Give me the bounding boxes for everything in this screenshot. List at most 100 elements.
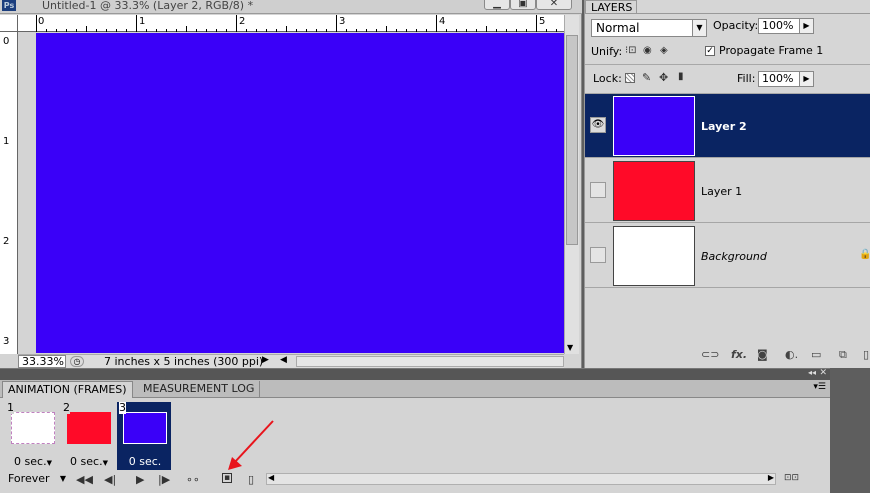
adjustment-icon[interactable]: ◐. [785,348,798,361]
tab-measurement-log[interactable]: MEASUREMENT LOG [138,381,261,398]
ruler-ticks [36,15,557,32]
layer-thumbnail [613,161,695,221]
zoom-field[interactable]: 33.33% [18,355,66,368]
frame-delay-value: 0 sec. [128,455,162,468]
frame-3[interactable]: 3 0 sec. [117,402,171,470]
status-bar: 33.33% ◷ 7 inches x 5 inches (300 ppi) ▶… [18,354,564,368]
ruler-origin[interactable] [0,15,18,32]
ruler-label: 0 [3,36,10,47]
panel-header-bar: ◂◂ ✕ [0,368,830,380]
fill-label: Fill: [737,72,756,85]
horizontal-scrollbar[interactable] [296,356,564,367]
animation-panel: ◂◂ ✕ ANIMATION (FRAMES) MEASUREMENT LOG … [0,368,830,493]
frame-number: 1 [7,401,14,414]
duplicate-frame-icon[interactable]: ▪ [222,473,232,483]
canvas[interactable] [36,33,564,353]
lock-position-icon[interactable]: ✥ [659,71,668,84]
fx-icon[interactable]: fx. [731,348,747,361]
lock-transparency-icon[interactable] [625,73,635,83]
lock-pixels-icon[interactable]: ✎ [642,71,651,84]
tween-icon[interactable]: ∘∘ [186,473,200,486]
scroll-right-icon[interactable]: ▶ [768,473,774,482]
propagate-label: Propagate Frame 1 [719,44,824,57]
visibility-eye-icon[interactable]: 👁 [590,117,606,133]
fill-input[interactable]: 100% [758,71,800,87]
layer-name[interactable]: Background [701,250,767,263]
document-title-bar[interactable]: Ps Untitled-1 @ 33.3% (Layer 2, RGB/8) *… [0,0,582,14]
opacity-label: Opacity: [713,19,759,32]
document-window: Ps Untitled-1 @ 33.3% (Layer 2, RGB/8) *… [0,0,582,368]
close-icon[interactable]: ✕ [819,368,827,378]
vertical-ruler[interactable]: 0 1 2 3 [0,32,18,354]
chevron-down-icon: ▼ [692,20,706,36]
layers-footer: ⊂⊃ fx. ◙ ◐. ▭ ⧉ ▯ [585,344,870,366]
propagate-checkbox[interactable]: ✓ [705,46,715,56]
frame-thumbnail [11,412,55,444]
ruler-label: 3 [339,16,346,27]
visibility-toggle[interactable] [590,247,606,263]
blend-mode-value: Normal [596,21,640,35]
status-menu-icon[interactable]: ◷ [70,356,84,367]
minimize-icon[interactable]: ▁ [484,0,510,10]
horizontal-ruler[interactable]: 0 1 2 3 4 5 [18,15,564,32]
layer-name[interactable]: Layer 1 [701,185,742,198]
frames-scrollbar[interactable]: ◀ ▶ [266,473,776,485]
next-frame-icon[interactable]: |▶ [158,473,170,486]
frame-2[interactable]: 2 0 sec.▼ [61,402,115,470]
status-expand-icon[interactable]: ▶ [262,355,269,365]
frame-thumbnail [67,412,111,444]
frame-1[interactable]: 1 0 sec.▼ [5,402,59,470]
play-icon[interactable]: ▶ [136,473,144,486]
restore-icon[interactable]: ▣ [510,0,536,10]
scroll-left-icon[interactable]: ◀ [268,473,274,482]
unify-visibility-icon[interactable]: ◉ [643,45,652,56]
convert-timeline-icon[interactable]: ⊡⊡ [784,473,799,483]
frame-delay[interactable]: 0 sec. [119,455,171,468]
first-frame-icon[interactable]: ◀◀ [76,473,93,486]
divider [585,64,870,65]
mask-icon[interactable]: ◙ [757,348,768,361]
layers-panel: LAYERS Normal ▼ Opacity: 100% ▶ Unify: ⁝… [584,0,870,368]
frame-delay-value: 0 sec. [70,455,103,468]
trash-icon[interactable]: ▯ [248,473,254,486]
unify-position-icon[interactable]: ⁝⊡ [625,45,637,56]
layer-thumbnail [613,226,695,286]
opacity-slider-button[interactable]: ▶ [799,18,814,34]
link-icon[interactable]: ⊂⊃ [701,348,719,361]
loop-value: Forever [8,472,50,485]
layer-name[interactable]: Layer 2 [701,120,747,133]
ruler-label: 2 [3,236,10,247]
lock-icon: 🔒 [859,249,870,260]
close-icon[interactable]: ✕ [536,0,572,10]
ruler-label: 5 [539,16,546,27]
scroll-down-icon[interactable]: ▼ [567,343,573,352]
fill-slider-button[interactable]: ▶ [799,71,814,87]
trash-icon[interactable]: ▯ [863,348,869,361]
frame-delay[interactable]: 0 sec.▼ [7,455,59,468]
ruler-label: 2 [239,16,246,27]
opacity-input[interactable]: 100% [758,18,800,34]
visibility-toggle[interactable] [590,182,606,198]
loop-select[interactable]: Forever ▼ [4,472,68,486]
lock-label: Lock: [593,72,622,85]
layer-row-layer-1[interactable]: Layer 1 [585,159,870,223]
annotation-arrow [228,420,274,470]
document-title: Untitled-1 @ 33.3% (Layer 2, RGB/8) * [42,0,254,12]
panel-menu-icon[interactable]: ▾☰ [813,382,826,392]
frame-delay-value: 0 sec. [14,455,47,468]
previous-frame-icon[interactable]: ◀| [104,473,116,486]
group-icon[interactable]: ▭ [811,348,821,361]
scroll-thumb[interactable] [566,35,578,245]
scroll-left-icon[interactable]: ◀ [280,355,287,365]
new-layer-icon[interactable]: ⧉ [839,348,847,362]
layer-row-background[interactable]: Background 🔒 [585,224,870,288]
unify-style-icon[interactable]: ◈ [660,45,668,56]
layer-row-layer-2[interactable]: 👁 Layer 2 [585,94,870,158]
lock-all-icon[interactable]: ▮ [678,71,684,82]
collapse-icon[interactable]: ◂◂ [808,368,816,377]
vertical-scrollbar[interactable]: ▼ [564,15,579,354]
blend-mode-select[interactable]: Normal ▼ [591,19,707,37]
tab-animation-frames[interactable]: ANIMATION (FRAMES) [2,381,133,398]
frame-delay[interactable]: 0 sec.▼ [63,455,115,468]
tab-layers[interactable]: LAYERS [585,0,637,14]
